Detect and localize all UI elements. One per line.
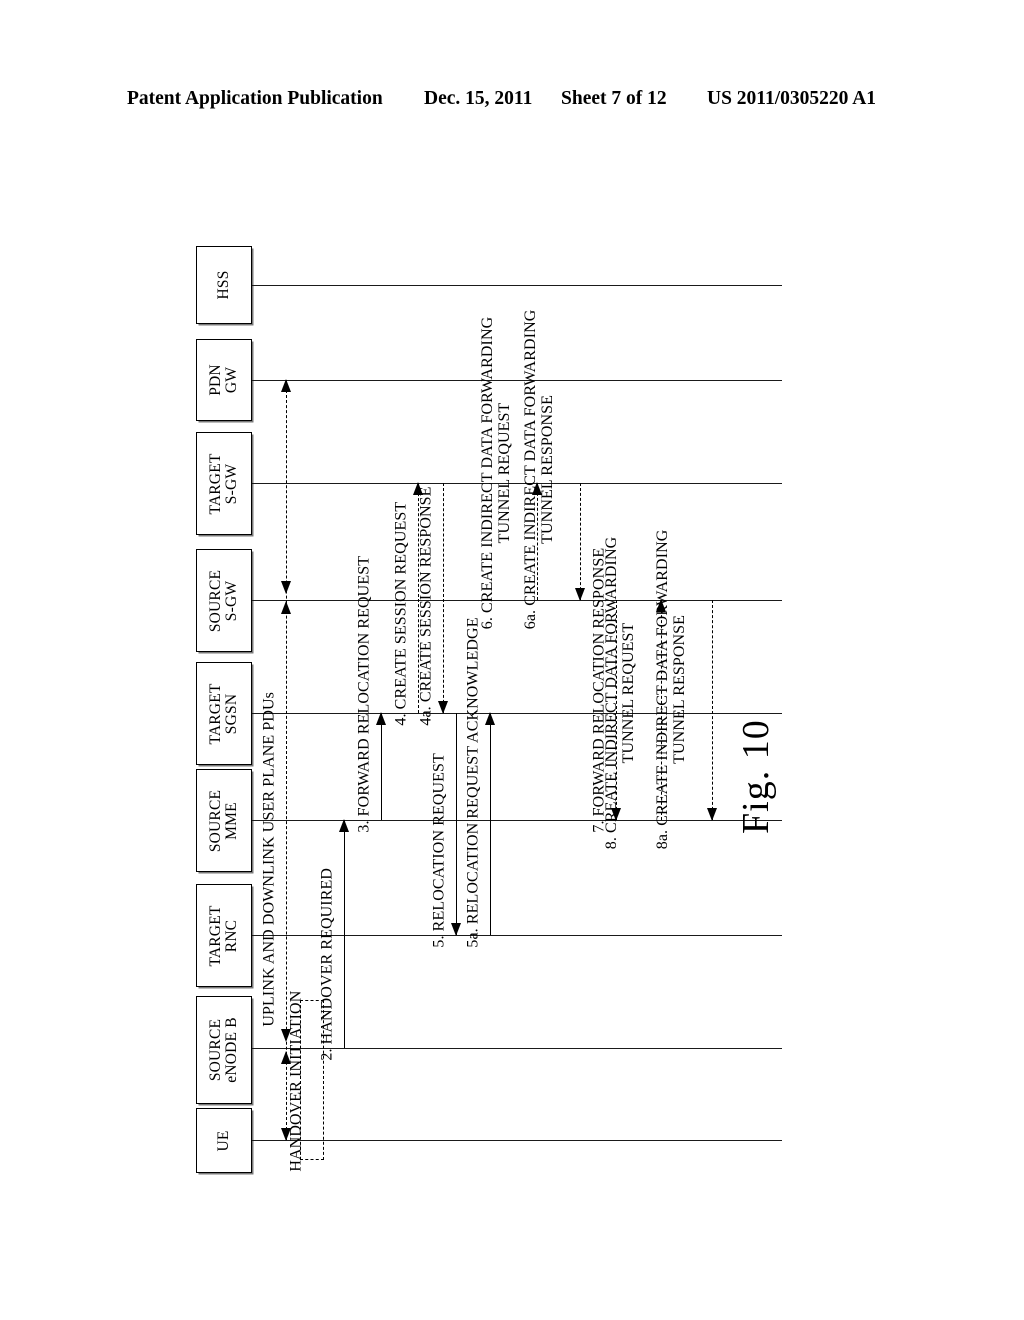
message-label-6a-line2: TUNNEL RESPONSE xyxy=(538,394,556,544)
message-label-5: 5. RELOCATION REQUEST xyxy=(430,753,448,948)
node-box-target-sgw: TARGET S-GW xyxy=(196,432,252,535)
message-label-6a-line1: 6a. CREATE INDIRECT DATA FORWARDING xyxy=(521,309,539,630)
lifeline-source-sgw xyxy=(252,600,782,601)
message-label-2: 2. HANDOVER REQUIRED xyxy=(318,867,336,1061)
lifeline-ue xyxy=(252,1140,782,1141)
pdu-flow-label: UPLINK AND DOWNLINK USER PLANE PDUs xyxy=(260,692,278,1027)
lifeline-hss xyxy=(252,285,782,286)
message-label-6-line2: TUNNEL REQUEST xyxy=(495,402,513,544)
lifeline-target-sgw xyxy=(252,483,782,484)
node-label-hss: HSS xyxy=(215,270,233,300)
message-label-8-line1: 8. CREATE INDIRECT DATA FORWARDING xyxy=(602,536,620,850)
node-box-source-mme: SOURCE MME xyxy=(196,769,252,872)
message-label-5a: 5a. RELOCATION REQUEST ACKNOWLEDGE xyxy=(464,617,482,948)
node-box-target-sgsn: TARGET SGSN xyxy=(196,662,252,765)
node-label-source-sgw: SOURCE S-GW xyxy=(207,569,240,632)
message-label-4a: 4a. CREATE SESSION RESPONSE xyxy=(417,486,435,726)
lifeline-target-sgsn xyxy=(252,713,782,714)
message-label-4: 4. CREATE SESSION REQUEST xyxy=(392,501,410,726)
lifeline-pdn-gw xyxy=(252,380,782,381)
message-label-3: 3. FORWARD RELOCATION REQUEST xyxy=(355,555,373,833)
message-label-8-line2: TUNNEL REQUEST xyxy=(619,622,637,764)
message-label-8a-line2: TUNNEL RESPONSE xyxy=(670,614,688,764)
figure-caption: Fig. 10 xyxy=(735,719,777,834)
message-label-6: 6. CREATE INDIRECT DATA FORWARDING TUNNE… xyxy=(478,316,513,630)
node-box-source-enode-b: SOURCE eNODE B xyxy=(196,996,252,1104)
node-box-hss: HSS xyxy=(196,246,252,324)
handover-initiation-label: HANDOVER INITIATION xyxy=(287,990,305,1172)
lifeline-source-mme xyxy=(252,820,782,821)
sequence-diagram-figure: HSS PDN GW TARGET S-GW SOURCE S-GW TARGE… xyxy=(0,0,1024,1320)
node-label-target-sgsn: TARGET SGSN xyxy=(207,682,240,745)
message-label-6a: 6a. CREATE INDIRECT DATA FORWARDING TUNN… xyxy=(521,309,556,630)
message-label-8a: 8a. CREATE INDIRECT DATA FORWARDING TUNN… xyxy=(653,529,688,850)
node-label-pdn-gw: PDN GW xyxy=(207,364,240,396)
node-box-target-rnc: TARGET RNC xyxy=(196,884,252,987)
message-label-8a-line1: 8a. CREATE INDIRECT DATA FORWARDING xyxy=(653,529,671,850)
node-label-ue: UE xyxy=(215,1129,233,1152)
node-box-source-sgw: SOURCE S-GW xyxy=(196,549,252,652)
node-box-pdn-gw: PDN GW xyxy=(196,339,252,421)
message-label-8: 8. CREATE INDIRECT DATA FORWARDING TUNNE… xyxy=(602,536,637,850)
message-label-6-line1: 6. CREATE INDIRECT DATA FORWARDING xyxy=(478,316,496,630)
node-label-target-sgw: TARGET S-GW xyxy=(207,452,240,515)
node-label-source-mme: SOURCE MME xyxy=(207,789,240,852)
node-label-target-rnc: TARGET RNC xyxy=(207,904,240,967)
node-box-ue: UE xyxy=(196,1108,252,1173)
node-label-source-enode-b: SOURCE eNODE B xyxy=(207,1017,240,1083)
